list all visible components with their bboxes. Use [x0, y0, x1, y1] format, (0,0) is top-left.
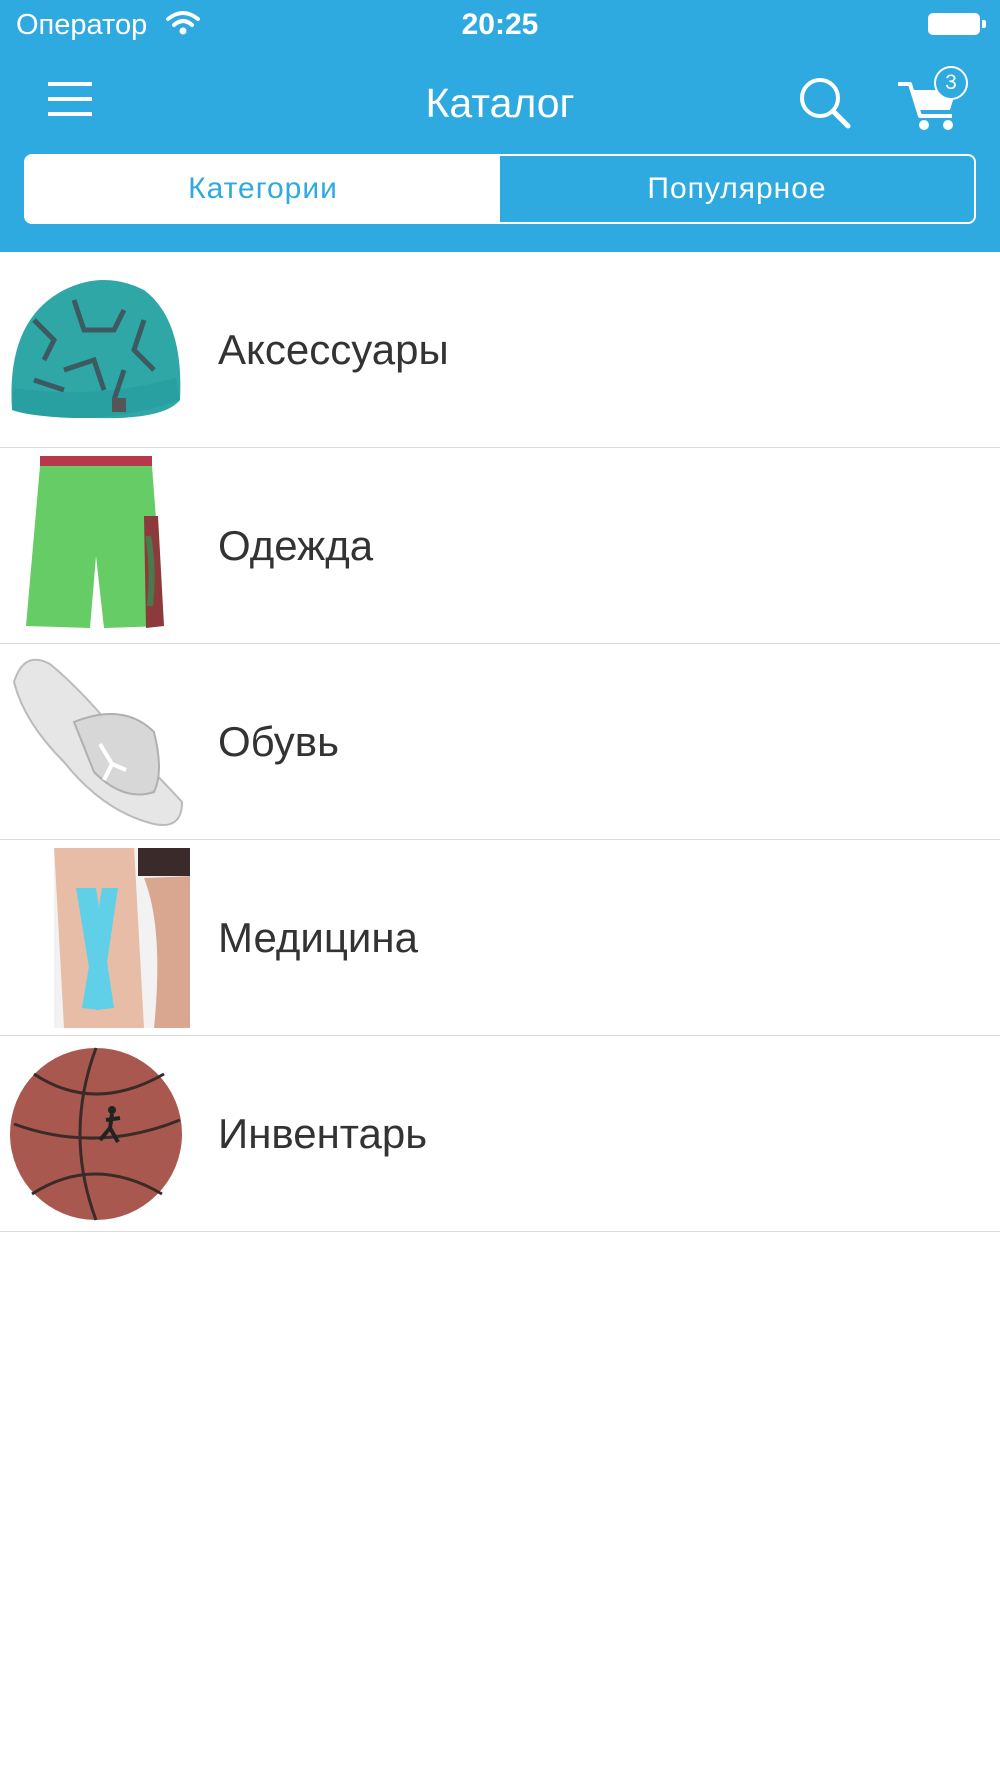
- category-list: Аксессуары Одежда Обувь Медицина Инвента…: [0, 252, 1000, 1232]
- category-label: Аксессуары: [218, 326, 449, 373]
- category-label: Медицина: [218, 914, 418, 961]
- category-label: Обувь: [218, 718, 339, 765]
- app-header: Оператор 20:25 Каталог 3 Категории Попул…: [0, 0, 1000, 252]
- search-icon[interactable]: [796, 74, 852, 130]
- category-label: Инвентарь: [218, 1110, 428, 1157]
- category-row-medicine[interactable]: Медицина: [0, 840, 1000, 1036]
- battery-tip: [982, 20, 986, 28]
- segmented-control: Категории Популярное: [24, 154, 976, 224]
- category-row-accessories[interactable]: Аксессуары: [0, 252, 1000, 448]
- slide-sandal-image: [12, 658, 184, 826]
- kinesio-tape-knee-image: [54, 848, 190, 1028]
- cart-count-badge: 3: [934, 66, 968, 100]
- category-row-equipment[interactable]: Инвентарь: [0, 1036, 1000, 1232]
- tab-categories[interactable]: Категории: [26, 156, 500, 222]
- status-bar: Оператор 20:25: [0, 0, 1000, 50]
- nav-bar: Каталог 3: [0, 50, 1000, 154]
- beanie-hat-image: [11, 280, 181, 419]
- basketball-image: [10, 1047, 182, 1221]
- battery-icon: [928, 13, 980, 35]
- category-label: Одежда: [218, 522, 374, 569]
- shorts-image: [26, 456, 164, 628]
- status-time: 20:25: [461, 8, 539, 41]
- category-row-clothing[interactable]: Одежда: [0, 448, 1000, 644]
- tab-popular[interactable]: Популярное: [500, 156, 974, 222]
- category-row-footwear[interactable]: Обувь: [0, 644, 1000, 840]
